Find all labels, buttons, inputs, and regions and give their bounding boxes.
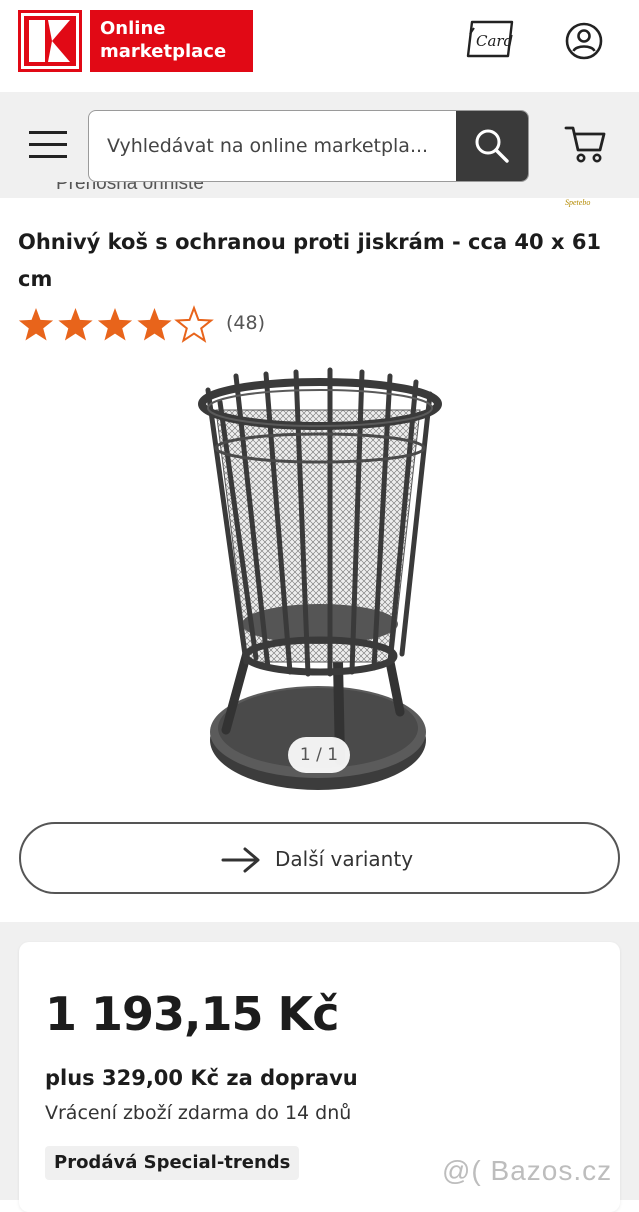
svg-text:Card: Card: [476, 32, 513, 50]
breadcrumb-label: Přenosná ohniště: [56, 182, 204, 194]
star-rating-icons: [18, 305, 214, 343]
brand-logo: Spetebo: [565, 198, 591, 207]
hamburger-menu-icon[interactable]: [27, 129, 71, 161]
account-icon[interactable]: [564, 21, 604, 61]
returns-info: Vrácení zboží zdarma do 14 dnů: [45, 1102, 352, 1124]
watermark: @( Bazos.cz: [442, 1153, 632, 1193]
search-icon: [475, 129, 509, 163]
kaufland-logo-icon[interactable]: [18, 10, 82, 72]
watermark-text: @( Bazos.cz: [442, 1155, 613, 1186]
more-variants-label: Další varianty: [275, 847, 414, 871]
search-input[interactable]: [89, 111, 457, 181]
cart-icon[interactable]: [564, 123, 608, 165]
top-header: Online marketplace Card: [0, 0, 639, 92]
rating-count: (48): [226, 312, 266, 334]
more-variants-button[interactable]: Další varianty: [19, 822, 620, 894]
logo-text[interactable]: Online marketplace: [90, 10, 253, 72]
seller-badge[interactable]: Prodává Special-trends: [45, 1146, 300, 1180]
product-image[interactable]: [190, 362, 450, 802]
search-box: [88, 110, 529, 182]
star-filled-icon: [137, 308, 172, 341]
fire-basket-image: [198, 367, 442, 790]
star-filled-icon: [97, 308, 133, 341]
price: 1 193,15 Kč: [45, 987, 339, 1041]
product-title: Ohnivý koš s ochranou proti jiskrám - cc…: [18, 230, 602, 291]
image-pager: 1 / 1: [288, 737, 350, 773]
shipping-cost: plus 329,00 Kč za dopravu: [45, 1066, 358, 1090]
breadcrumb[interactable]: Přenosná ohniště: [20, 182, 320, 202]
arrow-right-icon: [221, 847, 260, 873]
search-button[interactable]: [456, 111, 528, 181]
star-filled-icon: [58, 308, 93, 341]
star-empty-icon: [174, 305, 214, 343]
kaufland-card-icon[interactable]: Card: [464, 18, 518, 60]
star-filled-icon: [18, 308, 54, 341]
rating-stars[interactable]: (48): [18, 305, 318, 345]
